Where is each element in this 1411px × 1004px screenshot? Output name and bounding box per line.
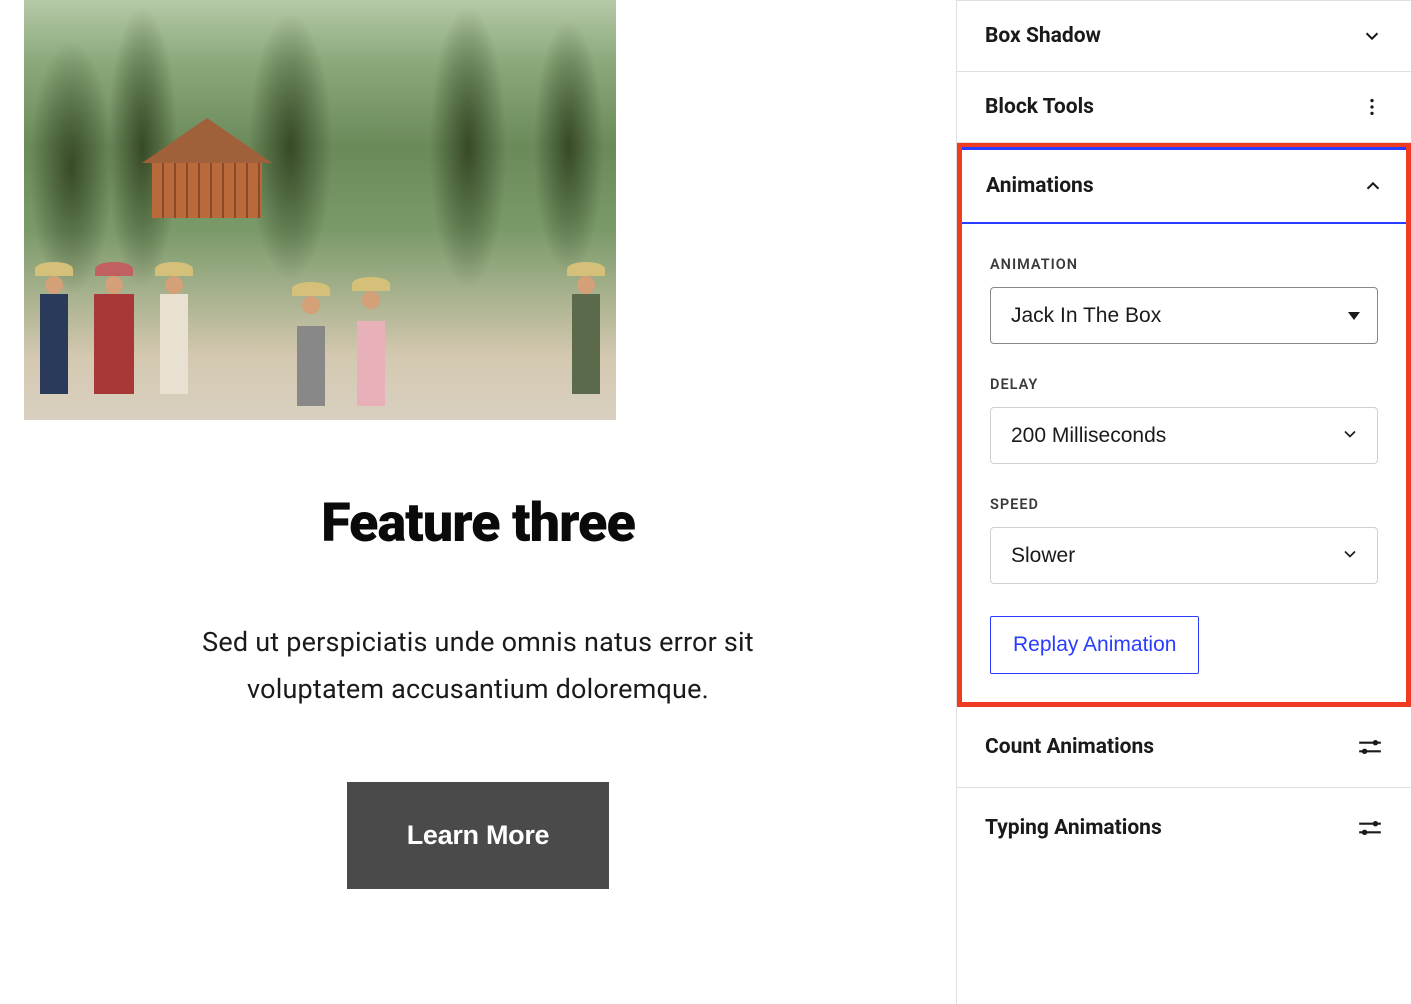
feature-description[interactable]: Sed ut perspiciatis unde omnis natus err… [198, 619, 758, 714]
more-options-icon[interactable] [1361, 96, 1383, 118]
image-gazebo [142, 118, 272, 228]
replay-animation-button[interactable]: Replay Animation [990, 616, 1199, 674]
animation-select[interactable]: Jack In The Box [990, 287, 1378, 344]
animations-panel-toggle[interactable]: Animations [962, 147, 1406, 224]
animations-panel-highlighted: Animations ANIMATION Jack In The Box DEL… [957, 143, 1411, 707]
feature-title[interactable]: Feature three [321, 492, 635, 555]
animations-panel-body: ANIMATION Jack In The Box DELAY 200 Mill… [962, 224, 1406, 702]
feature-image[interactable] [24, 0, 616, 420]
box-shadow-panel-toggle[interactable]: Box Shadow [957, 0, 1411, 72]
speed-select[interactable]: Slower [990, 527, 1378, 584]
chevron-down-icon [1361, 25, 1383, 47]
count-animations-label: Count Animations [985, 735, 1154, 759]
sliders-icon [1357, 736, 1383, 758]
block-settings-sidebar: Box Shadow Block Tools Animations ANIMAT… [956, 0, 1411, 1004]
typing-animations-label: Typing Animations [985, 816, 1162, 840]
block-tools-panel-toggle[interactable]: Block Tools [957, 72, 1411, 143]
delay-select[interactable]: 200 Milliseconds [990, 407, 1378, 464]
typing-animations-panel-toggle[interactable]: Typing Animations [957, 788, 1411, 868]
animation-field-label: ANIMATION [990, 256, 1378, 273]
editor-canvas: Feature three Sed ut perspiciatis unde o… [0, 0, 956, 1004]
sliders-icon [1357, 817, 1383, 839]
box-shadow-label: Box Shadow [985, 24, 1101, 48]
delay-field-label: DELAY [990, 376, 1378, 393]
speed-field-label: SPEED [990, 496, 1378, 513]
chevron-up-icon [1362, 175, 1384, 197]
image-people [24, 242, 616, 402]
block-tools-label: Block Tools [985, 95, 1094, 119]
count-animations-panel-toggle[interactable]: Count Animations [957, 707, 1411, 788]
learn-more-button[interactable]: Learn More [347, 782, 610, 889]
animations-panel-title: Animations [986, 174, 1094, 198]
